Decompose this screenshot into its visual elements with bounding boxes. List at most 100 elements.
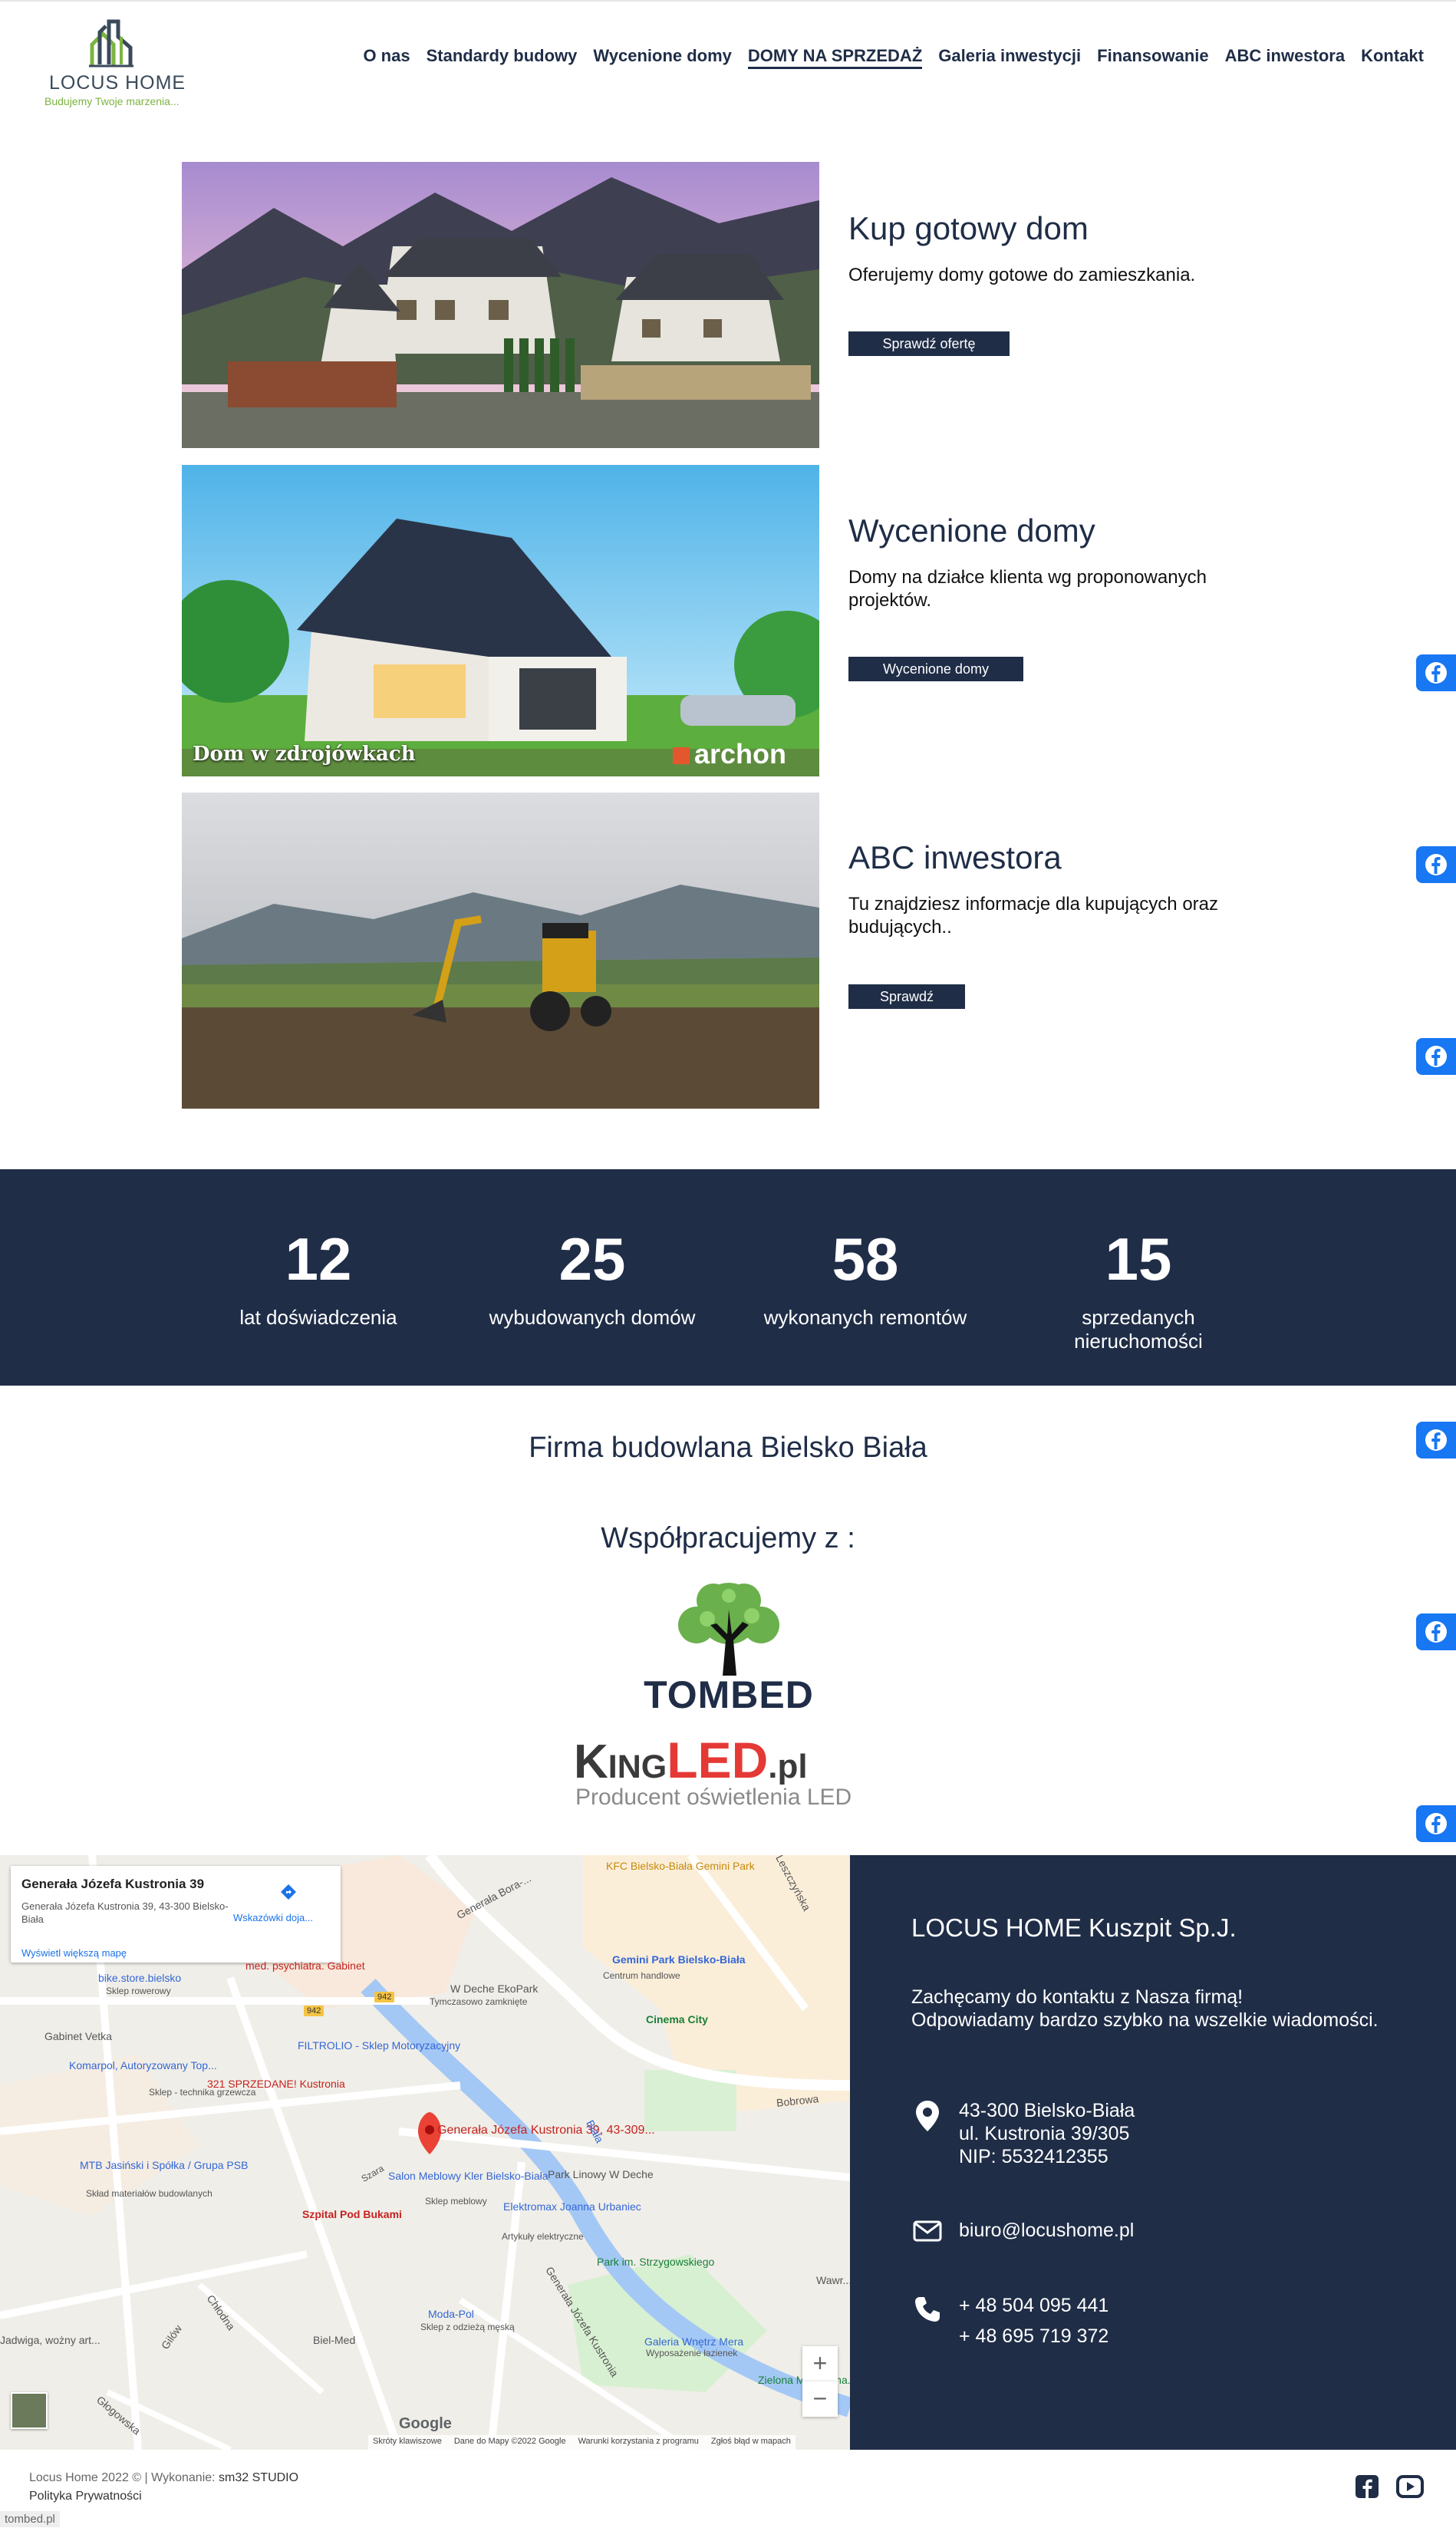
house-render-illustration xyxy=(182,465,819,776)
road-badge: 942 xyxy=(304,2006,324,2016)
google-map[interactable]: Generała Józefa Kustronia 39 Generała Jó… xyxy=(0,1855,850,2450)
offer-description: Oferujemy domy gotowe do zamieszkania. xyxy=(848,265,1196,285)
footer-facebook-icon[interactable] xyxy=(1355,2474,1379,2499)
offer-title: Kup gotowy dom xyxy=(848,210,1089,246)
map-label: Wawr... xyxy=(816,2274,850,2286)
email-block: biuro@locushome.pl xyxy=(911,2219,1134,2242)
excavator-illustration xyxy=(182,793,819,1109)
facebook-side-button[interactable] xyxy=(1416,654,1456,691)
map-label: Sklep rowerowy xyxy=(106,1986,171,1996)
location-pin-icon xyxy=(911,2099,944,2168)
map-data-text: Dane do Mapy ©2022 Google xyxy=(453,2437,566,2446)
author-link[interactable]: sm32 STUDIO xyxy=(219,2471,298,2484)
map-label: Elektromax Joanna Urbaniec xyxy=(503,2200,641,2213)
stats-section: 12 lat doświadczenia 25 wybudowanych dom… xyxy=(0,1169,1456,1386)
logo-slogan: Budujemy Twoje marzenia... xyxy=(44,95,180,107)
nav-abc-inwestora[interactable]: ABC inwestora xyxy=(1225,46,1345,69)
map-label: Centrum handlowe xyxy=(603,1970,680,1981)
terms-link[interactable]: Warunki korzystania z programu xyxy=(578,2437,699,2448)
map-label: Park im. Strzygowskiego xyxy=(597,2256,715,2268)
nav-o-nas[interactable]: O nas xyxy=(363,46,410,69)
facebook-icon xyxy=(1425,854,1447,875)
keyboard-shortcuts-link[interactable]: Skróty klawiszowe xyxy=(373,2437,442,2448)
map-label: Tymczasowo zamknięte xyxy=(430,1996,528,2007)
offer-description: Domy na działce klienta wg proponowanych… xyxy=(848,567,1207,611)
kingled-led: LED xyxy=(667,1732,769,1788)
contact-intro-line: Zachęcamy do kontaktu z Nasza firmą! xyxy=(911,1986,1244,2008)
stat-value: 12 xyxy=(285,1225,352,1293)
house-logo-icon xyxy=(89,19,133,68)
map-label: Jadwiga, wożny art... xyxy=(0,2334,100,2346)
phone-link[interactable]: + 48 504 095 441 xyxy=(959,2294,1108,2317)
kingled-logo[interactable]: KingLED.pl Producent oświetlenia LED xyxy=(574,1735,881,1812)
archon-text: archon xyxy=(694,738,787,770)
stat-years: 12 lat doświadczenia xyxy=(196,1226,441,1330)
site-header: LOCUS HOME Budujemy Twoje marzenia... O … xyxy=(0,0,1456,123)
report-error-link[interactable]: Zgłoś błąd w mapach xyxy=(711,2437,791,2448)
satellite-toggle[interactable] xyxy=(11,2392,48,2429)
stat-renovations: 58 wykonanych remontów xyxy=(743,1226,988,1330)
nip-line: NIP: 5532412355 xyxy=(959,2146,1108,2167)
nav-finansowanie[interactable]: Finansowanie xyxy=(1097,46,1208,69)
facebook-side-button[interactable] xyxy=(1416,1613,1456,1650)
map-label: Moda-Pol xyxy=(428,2308,474,2320)
nav-kontakt[interactable]: Kontakt xyxy=(1361,46,1424,69)
phone-link[interactable]: + 48 695 719 372 xyxy=(959,2325,1108,2348)
kingled-king: King xyxy=(574,1735,667,1788)
kingled-pl: .pl xyxy=(768,1748,808,1785)
facebook-side-button[interactable] xyxy=(1416,846,1456,883)
map-label: Komarpol, Autoryzowany Top... xyxy=(69,2059,217,2072)
zoom-out-button[interactable]: − xyxy=(802,2381,838,2417)
archon-brand: archon xyxy=(673,738,786,770)
company-name: LOCUS HOME Kuszpit Sp.J. xyxy=(911,1913,1237,1942)
priced-houses-button[interactable]: Wycenione domy xyxy=(848,657,1023,681)
road-badge: 942 xyxy=(374,1992,395,2002)
stat-sold: 15 sprzedanych nieruchomości xyxy=(1016,1226,1261,1353)
archon-mark-icon xyxy=(673,747,690,765)
tombed-logo[interactable]: TOMBED xyxy=(637,1579,821,1716)
offer-description: Tu znajdziesz informacje dla kupujących … xyxy=(848,894,1219,938)
company-heading: Firma budowlana Bielsko Biała xyxy=(529,1432,927,1464)
privacy-policy-link[interactable]: Polityka Prywatności xyxy=(29,2490,142,2503)
map-label: Sklep z odzieżą męską xyxy=(420,2322,515,2332)
address-line: ul. Kustronia 39/305 xyxy=(959,2123,1130,2144)
map-label: KFC Bielsko-Biała Gemini Park xyxy=(606,1860,755,1872)
stat-label: wybudowanych domów xyxy=(489,1306,696,1329)
nav-standardy-budowy[interactable]: Standardy budowy xyxy=(427,46,578,69)
map-label: Szpital Pod Bukami xyxy=(302,2208,402,2220)
offer-image-excavator[interactable] xyxy=(182,793,819,1109)
directions-icon[interactable] xyxy=(279,1883,298,1901)
tombed-text: TOMBED xyxy=(644,1673,814,1716)
offer-image-house-render[interactable]: Dom w zdrojówkach archon xyxy=(182,465,819,776)
directions-link[interactable]: Wskazówki doja... xyxy=(233,1912,313,1923)
offer-image-houses[interactable] xyxy=(182,162,819,448)
offer-title: Wycenione domy xyxy=(848,513,1095,549)
map-place-card: Generała Józefa Kustronia 39 Generała Jó… xyxy=(11,1866,341,1963)
copyright-label: Locus Home 2022 © | Wykonanie: xyxy=(29,2471,216,2484)
facebook-side-button[interactable] xyxy=(1416,1038,1456,1075)
phone-block: + 48 504 095 441 + 48 695 719 372 xyxy=(911,2294,1108,2348)
map-footer: Skróty klawiszowe Dane do Mapy ©2022 Goo… xyxy=(368,2435,796,2450)
main-nav: O nas Standardy budowy Wycenione domy DO… xyxy=(363,46,1424,69)
check-abc-button[interactable]: Sprawdź xyxy=(848,984,965,1009)
nav-domy-na-sprzedaz[interactable]: DOMY NA SPRZEDAŻ xyxy=(747,46,923,69)
facebook-icon xyxy=(1425,1046,1447,1067)
nav-galeria-inwestycji[interactable]: Galeria inwestycji xyxy=(938,46,1081,69)
houses-illustration xyxy=(182,162,819,448)
email-link[interactable]: biuro@locushome.pl xyxy=(959,2219,1134,2242)
map-label: Wyposażenie łazienek xyxy=(646,2348,738,2358)
stat-label: sprzedanych nieruchomości xyxy=(1074,1306,1203,1353)
map-label: Cinema City xyxy=(646,2013,708,2025)
larger-map-link[interactable]: Wyświetl większą mapę xyxy=(21,1947,127,1959)
nav-wycenione-domy[interactable]: Wycenione domy xyxy=(593,46,732,69)
address-line: 43-300 Bielsko-Biała xyxy=(959,2100,1135,2121)
check-offer-button[interactable]: Sprawdź ofertę xyxy=(848,331,1010,356)
envelope-icon xyxy=(911,2219,944,2242)
kingled-subtitle: Producent oświetlenia LED xyxy=(575,1785,852,1810)
zoom-in-button[interactable]: + xyxy=(802,2346,838,2381)
facebook-side-button[interactable] xyxy=(1416,1805,1456,1842)
footer-youtube-icon[interactable] xyxy=(1396,2474,1424,2499)
site-logo[interactable]: LOCUS HOME Budujemy Twoje marzenia... xyxy=(44,17,190,109)
tombed-link[interactable]: tombed.pl xyxy=(0,2511,60,2527)
map-label: W Deche EkoPark xyxy=(450,1983,539,1995)
